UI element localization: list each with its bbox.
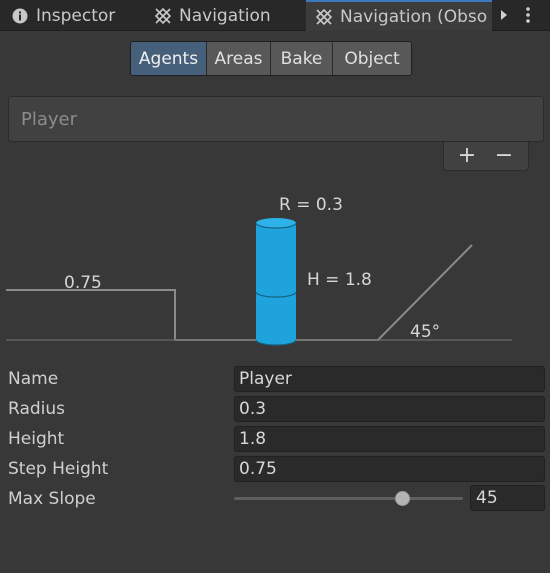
tab-navigation-obsolete[interactable]: Navigation (Obso	[306, 0, 492, 31]
step-height-label: 0.75	[64, 273, 102, 293]
areas-button[interactable]: Areas	[207, 42, 271, 75]
name-label: Name	[8, 369, 59, 389]
agent-diagram-graphic	[6, 218, 512, 346]
name-field[interactable]: Player	[234, 366, 545, 392]
step-height-label: Step Height	[8, 459, 109, 479]
tab-navigation[interactable]: Navigation	[154, 0, 271, 31]
tab-bar: Inspector Navigation Navigation (Obso	[0, 0, 550, 31]
radius-label: Radius	[8, 399, 66, 419]
tab-label: Inspector	[36, 5, 116, 26]
list-controls: + −	[443, 142, 529, 171]
add-agent-button[interactable]: +	[452, 144, 482, 168]
list-item[interactable]: Player	[21, 109, 77, 130]
height-field[interactable]: 1.8	[234, 426, 545, 452]
object-button[interactable]: Object	[333, 42, 411, 75]
agents-button[interactable]: Agents	[131, 42, 207, 75]
step-height-field[interactable]: 0.75	[234, 456, 545, 482]
max-slope-slider-track[interactable]	[234, 497, 463, 500]
height-label: H = 1.8	[307, 270, 372, 290]
agent-diagram: R = 0.3 H = 1.8 0.75 45°	[0, 180, 550, 355]
agent-cylinder	[255, 218, 297, 346]
navmesh-icon	[154, 7, 172, 24]
tab-inspector[interactable]: Inspector	[12, 0, 115, 31]
agent-list: Player	[8, 96, 544, 142]
tab-label: Navigation (Obso	[340, 6, 488, 27]
navigation-toolbar: Agents Areas Bake Object	[130, 41, 412, 76]
tab-scroll-right-icon[interactable]	[497, 7, 511, 23]
kebab-menu-icon[interactable]	[520, 6, 536, 24]
radius-field[interactable]: 0.3	[234, 396, 545, 422]
info-icon	[12, 8, 28, 24]
navmesh-icon	[315, 8, 333, 25]
remove-agent-button[interactable]: −	[489, 144, 519, 168]
slope-label: 45°	[410, 322, 441, 342]
max-slope-slider-thumb[interactable]	[395, 491, 410, 506]
tab-label: Navigation	[179, 5, 271, 26]
max-slope-label: Max Slope	[8, 489, 96, 509]
max-slope-field[interactable]: 45	[470, 485, 545, 511]
bake-button[interactable]: Bake	[271, 42, 333, 75]
height-label: Height	[8, 429, 65, 449]
radius-label: R = 0.3	[279, 195, 343, 215]
